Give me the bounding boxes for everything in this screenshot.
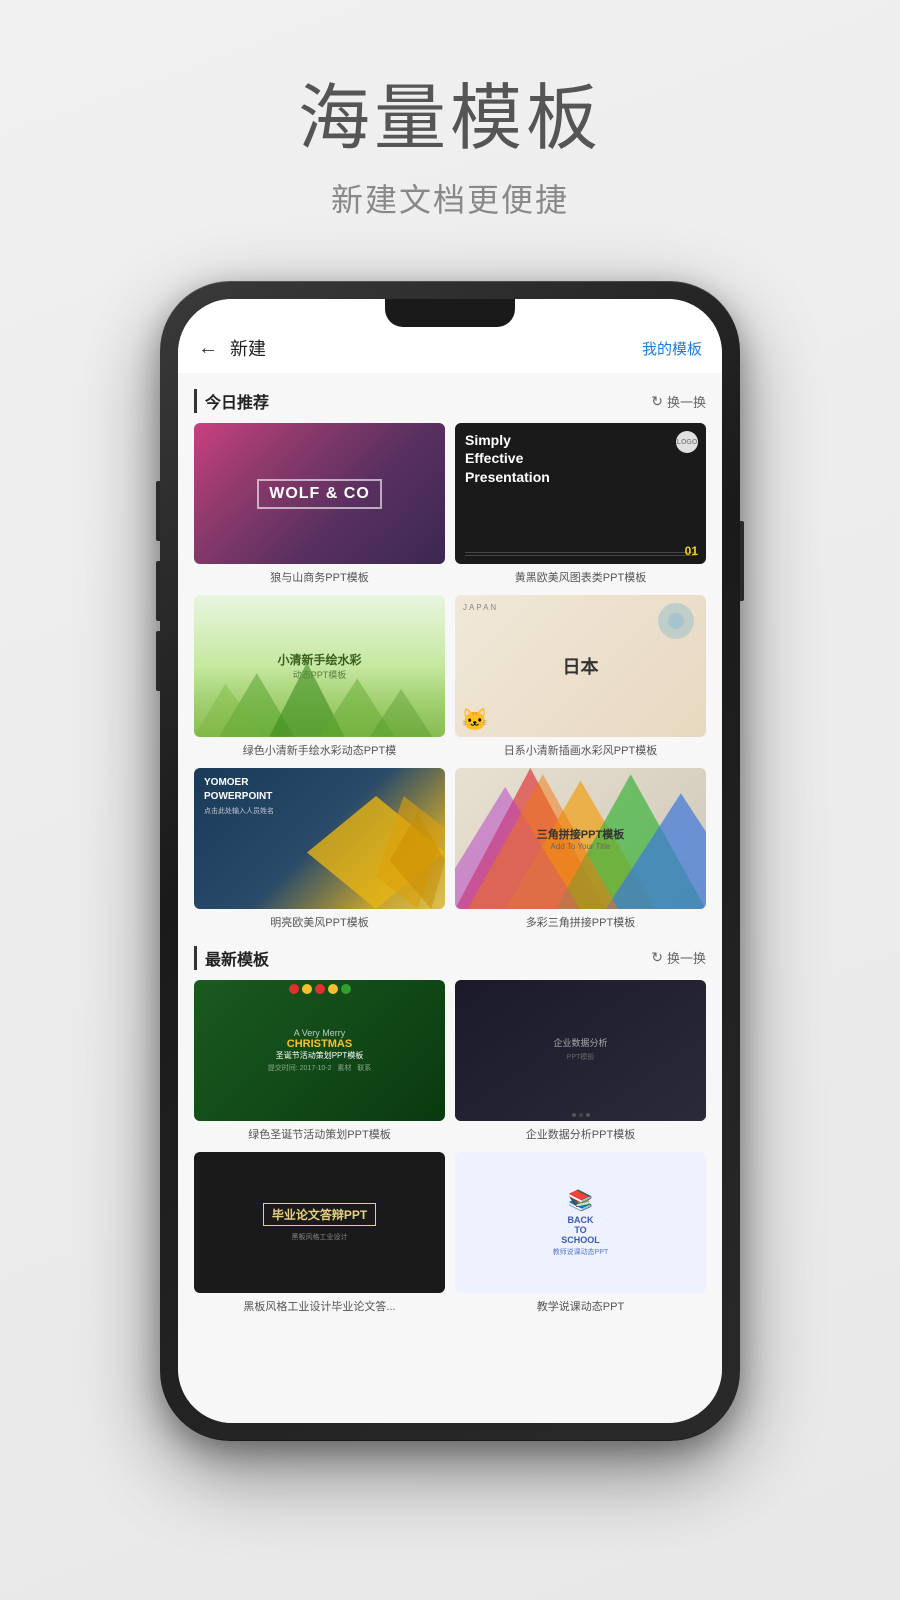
- scroll-area[interactable]: 今日推荐 ↻ 换一换 WOLF & CO 狼与山商务PPT模板: [178, 373, 722, 1423]
- screen-title: 新建: [230, 335, 266, 361]
- template-item-graduation[interactable]: 毕业论文答辩PPT 黑板风格工业设计 黑板风格工业设计毕业论文答...: [194, 1152, 445, 1314]
- tri-sub: Add To Your Title: [551, 842, 611, 851]
- phone-notch: [385, 299, 515, 327]
- latest-section-title: 最新模板: [194, 946, 269, 970]
- latest-refresh-icon: ↻: [651, 949, 663, 966]
- template-name-graduation: 黑板风格工业设计毕业论文答...: [194, 1298, 445, 1314]
- latest-refresh-button[interactable]: ↻ 换一换: [651, 948, 706, 967]
- template-thumb-wolf[interactable]: WOLF & CO: [194, 423, 445, 564]
- phone-shell: ← 新建 我的模板 今日推荐 ↻ 换一换: [160, 281, 740, 1441]
- template-name-teacher: 教学说课动态PPT: [455, 1298, 706, 1314]
- xmas-title: CHRISTMAS: [287, 1038, 352, 1050]
- eff-num: 01: [685, 544, 698, 558]
- page-header: 海量模板 新建文档更便捷: [298, 80, 602, 221]
- template-item-enterprise[interactable]: 企业数据分析 PPT模板: [455, 980, 706, 1142]
- refresh-icon: ↻: [651, 393, 663, 410]
- template-name-watercolor: 绿色小清新手绘水彩动态PPT模: [194, 742, 445, 758]
- wc-text: 小清新手绘水彩: [277, 651, 361, 668]
- template-name-yomoer: 明亮欧美风PPT模板: [194, 914, 445, 930]
- app-content: ← 新建 我的模板 今日推荐 ↻ 换一换: [178, 299, 722, 1423]
- my-templates-link[interactable]: 我的模板: [642, 338, 702, 359]
- template-thumb-christmas[interactable]: A Very Merry CHRISTMAS 圣诞节活动策划PPT模板 提交时间…: [194, 980, 445, 1121]
- template-name-effective: 黄黑欧美风图表类PPT模板: [455, 569, 706, 585]
- today-section-header: 今日推荐 ↻ 换一换: [194, 389, 706, 413]
- template-name-triangle: 多彩三角拼接PPT模板: [455, 914, 706, 930]
- phone-screen: ← 新建 我的模板 今日推荐 ↻ 换一换: [178, 299, 722, 1423]
- jp-sub: JAPAN: [463, 603, 498, 612]
- template-thumb-yomoer[interactable]: YOMOERPOWERPOINT 点击此处输入人员姓名: [194, 768, 445, 909]
- template-thumb-teacher[interactable]: 📚 BACKTOSCHOOL 教师说课动态PPT: [455, 1152, 706, 1293]
- wolf-text: WOLF & CO: [257, 479, 382, 509]
- today-section-title: 今日推荐: [194, 389, 269, 413]
- template-name-christmas: 绿色圣诞节活动策划PPT模板: [194, 1126, 445, 1142]
- grad-border: 毕业论文答辩PPT: [263, 1203, 376, 1226]
- template-item-teacher[interactable]: 📚 BACKTOSCHOOL 教师说课动态PPT 教学说课动态PPT: [455, 1152, 706, 1314]
- template-item-japan[interactable]: JAPAN 日本 🐱: [455, 595, 706, 757]
- template-item-christmas[interactable]: A Very Merry CHRISTMAS 圣诞节活动策划PPT模板 提交时间…: [194, 980, 445, 1142]
- back-button[interactable]: ←: [198, 337, 218, 360]
- jp-text: 日本: [563, 653, 599, 679]
- template-item-yomoer[interactable]: YOMOERPOWERPOINT 点击此处输入人员姓名 明亮欧美风PPT模板: [194, 768, 445, 930]
- template-item-wolf[interactable]: WOLF & CO 狼与山商务PPT模板: [194, 423, 445, 585]
- wc-sub: 动态PPT模板: [293, 668, 347, 681]
- today-refresh-label: 换一换: [667, 392, 706, 411]
- page-subtitle: 新建文档更便捷: [298, 175, 602, 221]
- template-name-japan: 日系小清新插画水彩风PPT模板: [455, 742, 706, 758]
- template-item-watercolor[interactable]: 小清新手绘水彩 动态PPT模板 绿色小清新手绘水彩动态PPT模: [194, 595, 445, 757]
- template-thumb-graduation[interactable]: 毕业论文答辩PPT 黑板风格工业设计: [194, 1152, 445, 1293]
- template-name-enterprise: 企业数据分析PPT模板: [455, 1126, 706, 1142]
- template-item-triangle[interactable]: 三角拼接PPT模板 Add To Your Title 多彩三角拼接PPT模板: [455, 768, 706, 930]
- tri-text: 三角拼接PPT模板: [537, 826, 624, 842]
- latest-section-header: 最新模板 ↻ 换一换: [194, 946, 706, 970]
- today-refresh-button[interactable]: ↻ 换一换: [651, 392, 706, 411]
- eff-lines: [465, 552, 696, 556]
- grad-title: 毕业论文答辩PPT: [272, 1206, 367, 1223]
- xmas-balls: [194, 984, 445, 1004]
- latest-template-grid: A Very Merry CHRISTMAS 圣诞节活动策划PPT模板 提交时间…: [194, 980, 706, 1314]
- jp-circle: [658, 603, 694, 639]
- page-title: 海量模板: [298, 80, 602, 159]
- app-bar-left: ← 新建: [198, 335, 266, 361]
- latest-refresh-label: 换一换: [667, 948, 706, 967]
- template-thumb-enterprise[interactable]: 企业数据分析 PPT模板: [455, 980, 706, 1121]
- template-item-effective[interactable]: SimplyEffectivePresentation LOGO 01 黄黑欧美…: [455, 423, 706, 585]
- phone-mockup: ← 新建 我的模板 今日推荐 ↻ 换一换: [160, 281, 740, 1441]
- template-thumb-effective[interactable]: SimplyEffectivePresentation LOGO 01: [455, 423, 706, 564]
- template-thumb-japan[interactable]: JAPAN 日本 🐱: [455, 595, 706, 736]
- template-thumb-watercolor[interactable]: 小清新手绘水彩 动态PPT模板: [194, 595, 445, 736]
- today-template-grid: WOLF & CO 狼与山商务PPT模板 SimplyEffectivePres…: [194, 423, 706, 930]
- eff-title: SimplyEffectivePresentation: [465, 431, 696, 486]
- template-thumb-triangle[interactable]: 三角拼接PPT模板 Add To Your Title: [455, 768, 706, 909]
- xmas-sub: 圣诞节活动策划PPT模板: [276, 1050, 364, 1061]
- template-name-wolf: 狼与山商务PPT模板: [194, 569, 445, 585]
